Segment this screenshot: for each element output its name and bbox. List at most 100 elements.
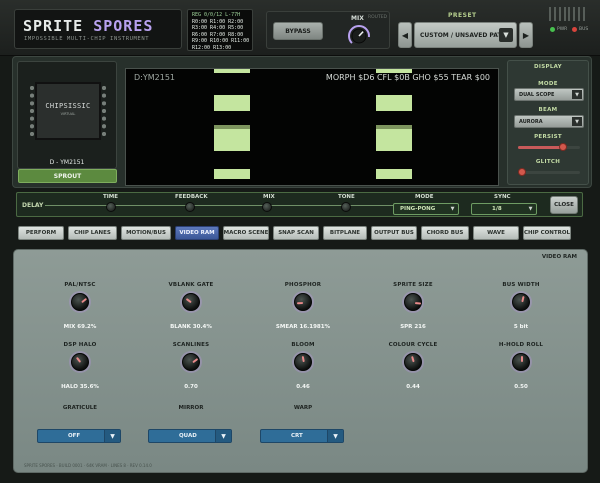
mirror-label: MIRROR xyxy=(178,405,204,411)
pal-ntsc-knob[interactable] xyxy=(71,293,89,311)
scope-trace xyxy=(214,69,250,73)
display-settings: DISPLAY MODE DUAL SCOPE ▼ BEAM AURORA ▼ … xyxy=(507,60,589,185)
header-bar: SPRITE SPORES IMPOSSIBLE MULTI-CHIP INST… xyxy=(0,0,600,56)
register-title: REG 0/0/12 L-77H xyxy=(192,12,241,18)
glitch-slider-thumb[interactable] xyxy=(518,168,526,176)
phosphor-control: PHOSPHOR SMEAR 16.1981% xyxy=(258,282,348,334)
graticule-value: OFF xyxy=(68,433,81,439)
routed-label: ROUTED xyxy=(368,15,388,20)
knob-value: 0.46 xyxy=(296,384,310,390)
scope-display: D:YM2151 MORPH $D6 CFL $0B GHO $55 TEAR … xyxy=(125,68,499,186)
tab-video-ram[interactable]: VIDEO RAM xyxy=(175,226,219,240)
persist-slider-thumb[interactable] xyxy=(558,143,567,151)
colour-cycle-knob[interactable] xyxy=(404,353,422,371)
persist-slider[interactable] xyxy=(518,143,580,151)
tab-chord-bus[interactable]: CHORD BUS xyxy=(421,226,469,240)
delay-mix-label: MIX xyxy=(263,194,275,200)
glitch-slider[interactable] xyxy=(518,168,580,176)
delay-mix-knob[interactable] xyxy=(262,202,272,212)
delay-tone-knob[interactable] xyxy=(341,202,351,212)
phosphor-knob[interactable] xyxy=(294,293,312,311)
beam-value: AURORA xyxy=(519,118,543,125)
delay-mode-dropdown[interactable]: PING-PONG ▼ xyxy=(393,203,459,215)
vent-grille xyxy=(549,7,585,21)
tab-perform[interactable]: PERFORM xyxy=(18,226,64,240)
graticule-dropdown[interactable]: OFF ▼ xyxy=(37,429,121,443)
tab-chip-control[interactable]: CHIP CONTROL xyxy=(523,226,571,240)
delay-sync-value: 1/8 xyxy=(492,206,502,212)
delay-sync-dropdown[interactable]: 1/8 ▼ xyxy=(471,203,537,215)
chevron-down-icon: ▼ xyxy=(327,430,343,442)
delay-tone-label: TONE xyxy=(338,194,355,200)
register-readout: REG 0/0/12 L-77H R0:00 R1:00 R2:00 R3:00… xyxy=(187,9,253,51)
delay-time-knob[interactable] xyxy=(106,202,116,212)
mirror-control: MIRROR QUAD ▼ xyxy=(146,405,236,443)
scanlines-control: SCANLINES 0.70 xyxy=(146,342,236,394)
chip-brand: CHIPSISSIC xyxy=(45,102,91,110)
graticule-control: GRATICULE OFF ▼ xyxy=(35,405,125,443)
tab-wave[interactable]: WAVE xyxy=(473,226,519,240)
delay-feedback-knob[interactable] xyxy=(185,202,195,212)
preset-dropdown[interactable]: CUSTOM / UNSAVED PATCH ▼ xyxy=(414,22,517,48)
knob-label: SCANLINES xyxy=(172,342,210,348)
tab-motion-bus[interactable]: MOTION/BUS xyxy=(121,226,171,240)
preset-prev-button[interactable]: ◀ xyxy=(398,22,412,48)
scope-meta-readout: MORPH $D6 CFL $0B GHO $55 TEAR $00 xyxy=(325,73,490,82)
mode-dropdown[interactable]: DUAL SCOPE ▼ xyxy=(514,88,584,101)
logo-title-b: SPORES xyxy=(93,17,154,35)
sprout-button[interactable]: SPROUT xyxy=(18,169,117,183)
pwr-led-icon xyxy=(550,27,555,32)
chevron-down-icon: ▼ xyxy=(572,90,582,99)
scanlines-knob[interactable] xyxy=(182,353,200,371)
knob-label: SPRITE SIZE xyxy=(393,282,433,288)
scope-trace xyxy=(214,129,250,151)
bus-width-control: BUS WIDTH 5 bit xyxy=(476,282,566,334)
mirror-dropdown[interactable]: QUAD ▼ xyxy=(148,429,232,443)
close-button[interactable]: CLOSE xyxy=(550,196,578,214)
scope-trace xyxy=(214,169,250,179)
tab-macro-scene[interactable]: MACRO SCENE xyxy=(223,226,269,240)
tab-bitplane[interactable]: BITPLANE xyxy=(323,226,367,240)
pwr-indicator: PWR xyxy=(550,27,567,32)
dsp-halo-knob[interactable] xyxy=(71,353,89,371)
tab-output-bus[interactable]: OUTPUT BUS xyxy=(371,226,417,240)
scope-chip-label: D:YM2151 xyxy=(134,73,176,82)
chevron-down-icon: ▼ xyxy=(215,430,231,442)
logo: SPRITE SPORES IMPOSSIBLE MULTI-CHIP INST… xyxy=(14,9,182,49)
tab-chip-lanes[interactable]: CHIP LANES xyxy=(68,226,117,240)
knob-label: VBLANK GATE xyxy=(168,282,214,288)
knob-value: HALO 35.6% xyxy=(61,384,99,390)
knob-label: PAL/NTSC xyxy=(64,282,96,288)
mix-label: MIX xyxy=(351,15,364,22)
sprite-size-knob[interactable] xyxy=(404,293,422,311)
mirror-value: QUAD xyxy=(179,433,197,439)
knob-value: MIX 69.2% xyxy=(63,324,97,330)
knob-value: 0.70 xyxy=(184,384,198,390)
scope-trace xyxy=(376,129,412,151)
pwr-label: PWR xyxy=(557,27,568,32)
preset-next-button[interactable]: ▶ xyxy=(519,22,533,48)
warp-control: WARP CRT ▼ xyxy=(258,405,348,443)
vblank-gate-knob[interactable] xyxy=(182,293,200,311)
mix-knob[interactable] xyxy=(347,24,371,48)
bus-width-knob[interactable] xyxy=(512,293,530,311)
pal-ntsc-control: PAL/NTSC MIX 69.2% xyxy=(35,282,125,334)
register-line: R12:00 R13:00 xyxy=(192,44,232,51)
dsp-halo-control: DSP HALO HALO 35.6% xyxy=(35,342,125,394)
footer-info: SPRITE SPORES · BUILD 0001 · 64K VRAM · … xyxy=(24,463,152,468)
chevron-down-icon: ▼ xyxy=(528,206,533,212)
delay-mode-label: MODE xyxy=(415,194,434,200)
knob-value: 0.50 xyxy=(514,384,528,390)
bloom-knob[interactable] xyxy=(294,353,312,371)
beam-dropdown[interactable]: AURORA ▼ xyxy=(514,115,584,128)
bypass-button[interactable]: BYPASS xyxy=(273,22,323,40)
video-ram-title: VIDEO RAM xyxy=(541,254,577,260)
warp-dropdown[interactable]: CRT ▼ xyxy=(260,429,344,443)
delay-label: DELAY xyxy=(22,202,44,209)
delay-divider xyxy=(45,205,405,206)
knob-label: PHOSPHOR xyxy=(284,282,322,288)
tab-snap-scan[interactable]: SNAP SCAN xyxy=(273,226,319,240)
delay-feedback-label: FEEDBACK xyxy=(175,194,208,200)
vblank-gate-control: VBLANK GATE BLANK 30.4% xyxy=(146,282,236,334)
h-hold-roll-knob[interactable] xyxy=(512,353,530,371)
